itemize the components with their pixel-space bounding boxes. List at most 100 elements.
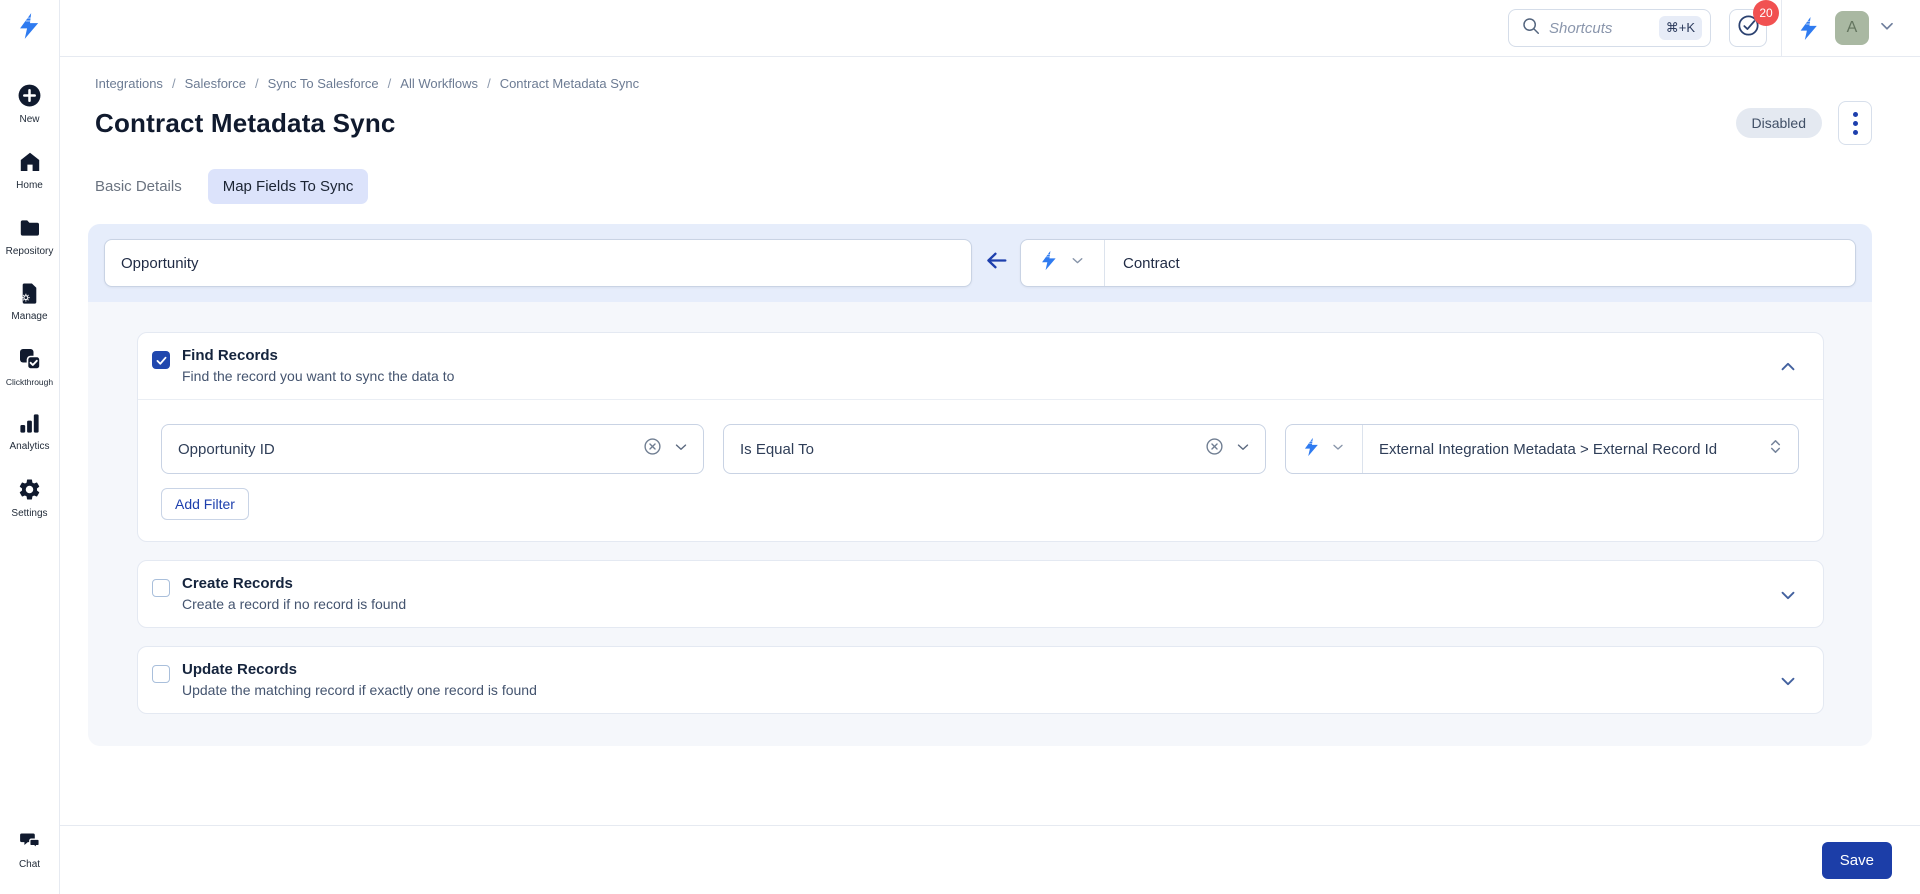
chevron-down-icon	[1069, 252, 1086, 274]
sidebar-item-analytics[interactable]: Analytics	[0, 412, 60, 452]
sidebar-item-label: Manage	[11, 311, 48, 322]
section-subtitle: Create a record if no record is found	[182, 596, 407, 612]
filter-value-field[interactable]: External Integration Metadata > External…	[1363, 425, 1798, 473]
sidebar-item-settings[interactable]: Settings	[0, 477, 60, 519]
update-records-checkbox[interactable]	[152, 665, 170, 683]
section-title: Create Records	[182, 575, 293, 592]
chevron-down-icon	[672, 438, 690, 461]
breadcrumb-separator: /	[487, 76, 491, 91]
section-subtitle: Find the record you want to sync the dat…	[182, 368, 455, 384]
find-records-checkbox[interactable]	[152, 351, 170, 369]
page-title: Contract Metadata Sync	[95, 107, 396, 138]
avatar-letter: A	[1846, 19, 1858, 36]
target-source-selector[interactable]	[1021, 240, 1105, 286]
chevron-down-icon	[1234, 438, 1252, 461]
page-content: Integrations / Salesforce / Sync To Sale…	[60, 57, 1920, 825]
chevron-down-icon[interactable]	[1777, 584, 1799, 611]
topbar: ⌘+K 20 A	[60, 0, 1920, 57]
sidebar-item-manage[interactable]: Manage	[0, 282, 60, 322]
section-subtitle: Update the matching record if exactly on…	[182, 682, 537, 698]
sidebar-item-label: New	[19, 114, 40, 125]
more-actions-button[interactable]	[1838, 101, 1872, 145]
clear-circle-icon[interactable]	[1205, 437, 1224, 461]
filter-field-value: Opportunity ID	[178, 440, 275, 458]
kebab-dot	[1852, 120, 1858, 126]
tasks-button[interactable]: 20	[1729, 0, 1779, 47]
kebab-dot	[1852, 111, 1858, 117]
chevron-down-icon[interactable]	[1777, 670, 1799, 697]
search-box[interactable]: ⌘+K	[1508, 9, 1711, 47]
breadcrumb-item[interactable]: Salesforce	[185, 76, 246, 91]
sidebar-item-label: Settings	[11, 508, 48, 519]
filter-row: Opportunity ID Is Equal To External Inte…	[138, 400, 1823, 474]
breadcrumb-item[interactable]: Contract Metadata Sync	[500, 76, 639, 91]
sidebar-item-new[interactable]: New	[0, 83, 60, 125]
sidebar-item-label: Home	[16, 180, 43, 191]
title-row: Contract Metadata Sync Disabled	[95, 101, 1872, 145]
breadcrumb-item[interactable]: Sync To Salesforce	[268, 76, 379, 91]
main-area: ⌘+K 20 A Integrations /	[60, 0, 1920, 894]
filter-field-select[interactable]: Opportunity ID	[161, 424, 704, 474]
tab-basic-details[interactable]: Basic Details	[95, 169, 182, 204]
status-badge: Disabled	[1735, 108, 1822, 138]
sidebar-item-label: Clickthrough	[5, 377, 54, 387]
breadcrumb-separator: /	[254, 76, 259, 91]
mapping-direction	[972, 247, 1020, 279]
filter-value-source-selector[interactable]	[1286, 425, 1363, 473]
mapping-panel-body: Find Records Find the record you want to…	[88, 302, 1872, 746]
plus-circle-icon	[17, 83, 42, 108]
app-logo[interactable]	[0, 0, 59, 57]
clear-circle-icon[interactable]	[643, 437, 662, 461]
update-records-header[interactable]: Update Records Update the matching recor…	[138, 647, 1823, 713]
sidebar-item-label: Chat	[18, 859, 41, 870]
lightning-icon	[1302, 437, 1322, 462]
sidebar-item-clickthrough[interactable]: Clickthrough	[0, 347, 60, 387]
create-records-header[interactable]: Create Records Create a record if no rec…	[138, 561, 1823, 627]
profile-chevron-down-icon[interactable]	[1876, 15, 1898, 42]
sidebar-item-repository[interactable]: Repository	[0, 216, 60, 257]
topbar-divider	[1781, 0, 1782, 56]
unfold-icon	[1767, 437, 1784, 461]
sidebar-item-label: Analytics	[9, 441, 50, 452]
folder-icon	[18, 216, 42, 240]
notification-count-badge: 20	[1753, 0, 1779, 26]
bar-chart-icon	[18, 412, 41, 435]
breadcrumb: Integrations / Salesforce / Sync To Sale…	[95, 76, 1872, 91]
breadcrumb-item[interactable]: Integrations	[95, 76, 163, 91]
avatar[interactable]: A	[1835, 11, 1869, 45]
document-gear-icon	[18, 282, 41, 305]
breadcrumb-item[interactable]: All Workflows	[400, 76, 478, 91]
breadcrumb-separator: /	[171, 76, 176, 91]
update-records-card: Update Records Update the matching recor…	[137, 646, 1824, 714]
find-records-text: Find Records Find the record you want to…	[182, 347, 1777, 384]
object-mapping-header: Contract	[88, 224, 1872, 302]
filter-value-text: External Integration Metadata > External…	[1379, 440, 1718, 458]
chevron-down-icon	[1330, 439, 1346, 460]
breadcrumb-separator: /	[387, 76, 392, 91]
source-object-input[interactable]	[104, 239, 972, 287]
lightning-icon[interactable]	[1797, 16, 1822, 41]
section-title: Update Records	[182, 661, 298, 678]
footer: Save	[60, 825, 1920, 894]
kebab-dot	[1852, 129, 1858, 135]
lightning-logo-icon	[16, 12, 44, 45]
home-icon	[18, 150, 42, 174]
tabs: Basic Details Map Fields To Sync	[95, 169, 1872, 204]
sidebar-item-chat[interactable]: Chat	[0, 829, 60, 870]
sidebar-item-home[interactable]: Home	[0, 150, 60, 191]
create-records-checkbox[interactable]	[152, 579, 170, 597]
filter-value-group: External Integration Metadata > External…	[1285, 424, 1799, 474]
gear-icon	[17, 477, 42, 502]
search-input[interactable]	[1549, 19, 1659, 37]
mapping-panel: Contract Find Records Find the record yo	[88, 224, 1872, 746]
save-button[interactable]: Save	[1821, 841, 1892, 879]
section-title: Find Records	[182, 347, 278, 364]
app-root: New Home Repository Manage Clickthrough …	[0, 0, 1920, 894]
find-records-header[interactable]: Find Records Find the record you want to…	[138, 333, 1823, 399]
chevron-up-icon[interactable]	[1777, 356, 1799, 383]
add-filter-button[interactable]: Add Filter	[161, 488, 249, 520]
filter-operator-select[interactable]: Is Equal To	[723, 424, 1266, 474]
tab-map-fields-to-sync[interactable]: Map Fields To Sync	[207, 169, 369, 204]
target-object-value[interactable]: Contract	[1105, 240, 1855, 286]
find-records-card: Find Records Find the record you want to…	[137, 332, 1824, 542]
